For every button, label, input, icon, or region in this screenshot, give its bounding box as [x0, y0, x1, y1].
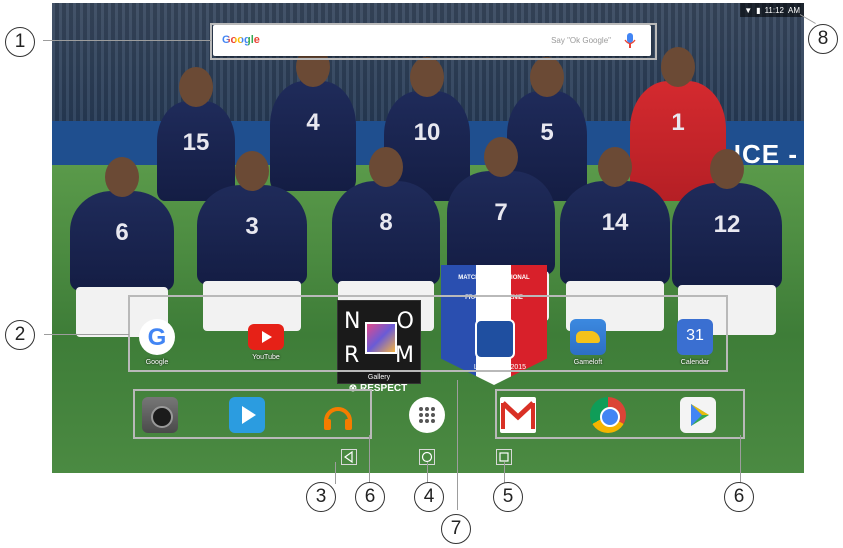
leader-line	[44, 334, 129, 335]
callout-6-right: 6	[724, 482, 754, 512]
player: 15	[157, 67, 235, 201]
callout-4: 4	[414, 482, 444, 512]
status-bar: ▼ ▮ 11:12 AM	[52, 3, 804, 17]
leader-line	[335, 462, 336, 484]
wifi-icon: ▼	[744, 5, 753, 15]
leader-line	[740, 435, 741, 485]
apps-icon	[409, 397, 445, 433]
status-icons: ▼ ▮ 11:12 AM	[740, 3, 804, 17]
pennant-text: MATCH INTERNATIONAL	[458, 275, 530, 281]
back-button[interactable]	[341, 449, 357, 465]
player: 7	[447, 137, 555, 321]
battery-icon: ▮	[756, 5, 761, 15]
clock-ampm: AM	[788, 5, 800, 15]
callout-3: 3	[306, 482, 336, 512]
player: 14	[560, 147, 670, 331]
dock-left-highlight	[133, 389, 372, 439]
player: 6	[70, 157, 174, 337]
app-label: Gallery	[367, 374, 391, 381]
callout-6-left: 6	[355, 482, 385, 512]
clock: 11:12	[764, 5, 784, 15]
callout-1: 1	[5, 27, 35, 57]
player: 3	[197, 151, 307, 331]
app-row-highlight	[128, 295, 728, 372]
leader-line	[369, 435, 370, 485]
dock-app-drawer[interactable]	[397, 397, 457, 433]
leader-line	[427, 462, 428, 484]
callout-2: 2	[5, 320, 35, 350]
callout-5: 5	[493, 482, 523, 512]
callout-8: 8	[808, 24, 838, 54]
callout-7: 7	[441, 514, 471, 544]
player: 4	[270, 47, 356, 191]
player: 8	[332, 147, 440, 331]
player: 12	[672, 149, 782, 335]
dock-right-highlight	[495, 389, 745, 439]
leader-line	[504, 462, 505, 484]
leader-line	[457, 380, 458, 510]
search-bar-highlight	[210, 23, 657, 60]
leader-line	[43, 40, 211, 41]
